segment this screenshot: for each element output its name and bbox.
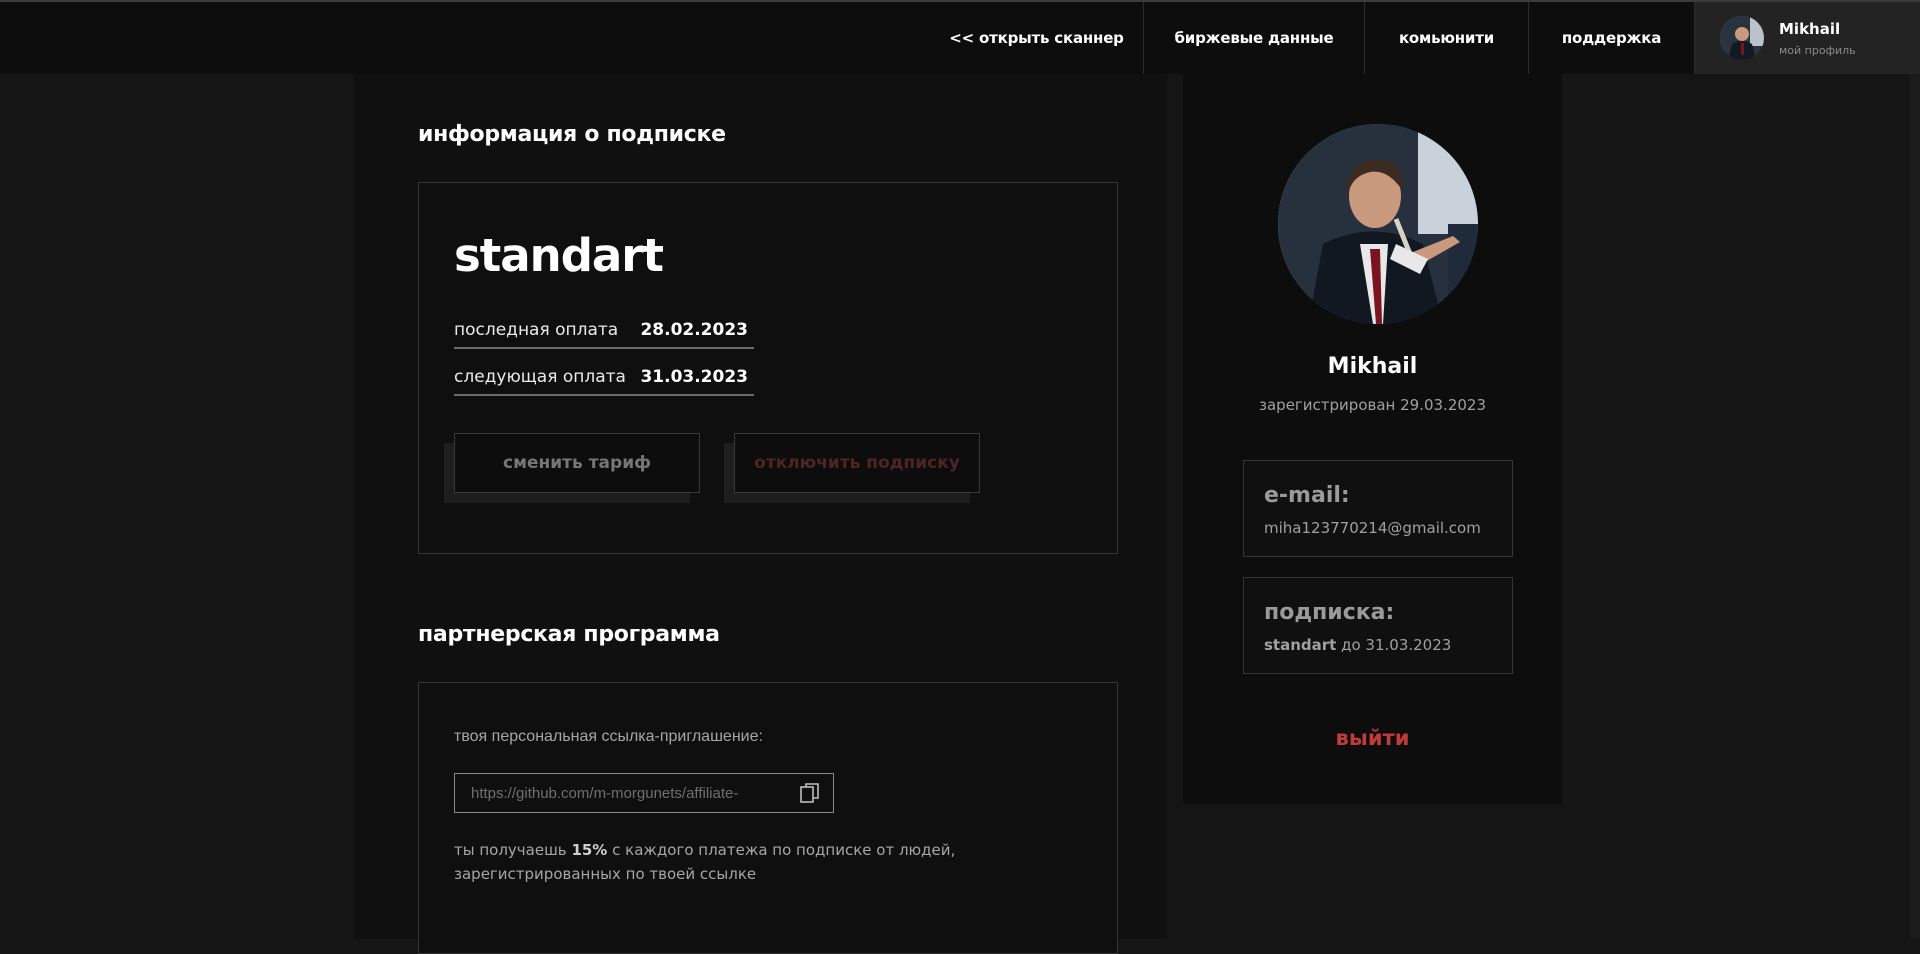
- email-value: miha123770214@gmail.com: [1264, 519, 1481, 537]
- affiliate-note-prefix: ты получаешь: [454, 841, 567, 859]
- nav-open-scanner-link[interactable]: << открыть сканнер: [930, 2, 1143, 74]
- profile-registered: зарегистрирован 29.03.2023: [1259, 396, 1486, 414]
- affiliate-note: ты получаешь 15% с каждого платежа по по…: [454, 838, 974, 886]
- affiliate-card: твоя персональная ссылка-приглашение: ты…: [418, 682, 1118, 954]
- change-plan-button-wrap: сменить тариф: [444, 433, 700, 503]
- affiliate-section-title: партнерская программа: [418, 622, 720, 647]
- subscription-box-value: standart до 31.03.2023: [1264, 636, 1451, 654]
- profile-avatar: [1278, 124, 1478, 324]
- nav-support-link[interactable]: поддержка: [1529, 2, 1694, 74]
- email-title: e-mail:: [1264, 483, 1350, 508]
- subscription-box-title: подписка:: [1264, 600, 1395, 625]
- profile-sidebar: Mikhail зарегистрирован 29.03.2023 e-mai…: [1183, 74, 1562, 804]
- right-edge-strip: [1910, 74, 1920, 939]
- plan-name: standart: [454, 229, 664, 282]
- nav-profile-button[interactable]: Mikhail мой профиль: [1695, 2, 1920, 74]
- profile-name: Mikhail: [1327, 354, 1418, 379]
- affiliate-link-input[interactable]: [455, 774, 785, 812]
- subscription-box-until: до 31.03.2023: [1341, 636, 1452, 654]
- subscription-box-plan: standart: [1264, 636, 1337, 654]
- cancel-subscription-button-wrap: отключить подписку: [724, 433, 980, 503]
- change-plan-button[interactable]: сменить тариф: [454, 433, 700, 493]
- cancel-subscription-button[interactable]: отключить подписку: [734, 433, 980, 493]
- last-payment-date: 28.02.2023: [640, 320, 748, 340]
- subscription-card: standart последная оплата 28.02.2023 сле…: [418, 182, 1118, 554]
- nav-profile-subtitle: мой профиль: [1779, 43, 1856, 57]
- affiliate-percent: 15%: [571, 841, 608, 859]
- logout-button[interactable]: выйти: [1183, 726, 1562, 750]
- last-payment-label: последная оплата: [454, 320, 619, 340]
- subscription-box: подписка: standart до 31.03.2023: [1243, 577, 1513, 674]
- affiliate-link-label: твоя персональная ссылка-приглашение:: [454, 728, 763, 745]
- nav-avatar: [1720, 16, 1764, 60]
- top-nav: << открыть сканнер биржевые данные комью…: [0, 2, 1920, 74]
- email-box: e-mail: miha123770214@gmail.com: [1243, 460, 1513, 557]
- copy-icon[interactable]: [799, 782, 821, 804]
- nav-profile-name: Mikhail: [1779, 19, 1841, 38]
- next-payment-row: следующая оплата 31.03.2023: [454, 360, 754, 396]
- nav-market-data-link[interactable]: биржевые данные: [1144, 2, 1364, 74]
- last-payment-row: последная оплата 28.02.2023: [454, 313, 754, 349]
- main-panel: информация о подписке standart последная…: [354, 74, 1167, 954]
- nav-community-link[interactable]: комьюнити: [1365, 2, 1528, 74]
- subscription-section-title: информация о подписке: [418, 122, 726, 147]
- next-payment-date: 31.03.2023: [640, 367, 748, 387]
- affiliate-link-field: [454, 773, 834, 813]
- next-payment-label: следующая оплата: [454, 367, 626, 387]
